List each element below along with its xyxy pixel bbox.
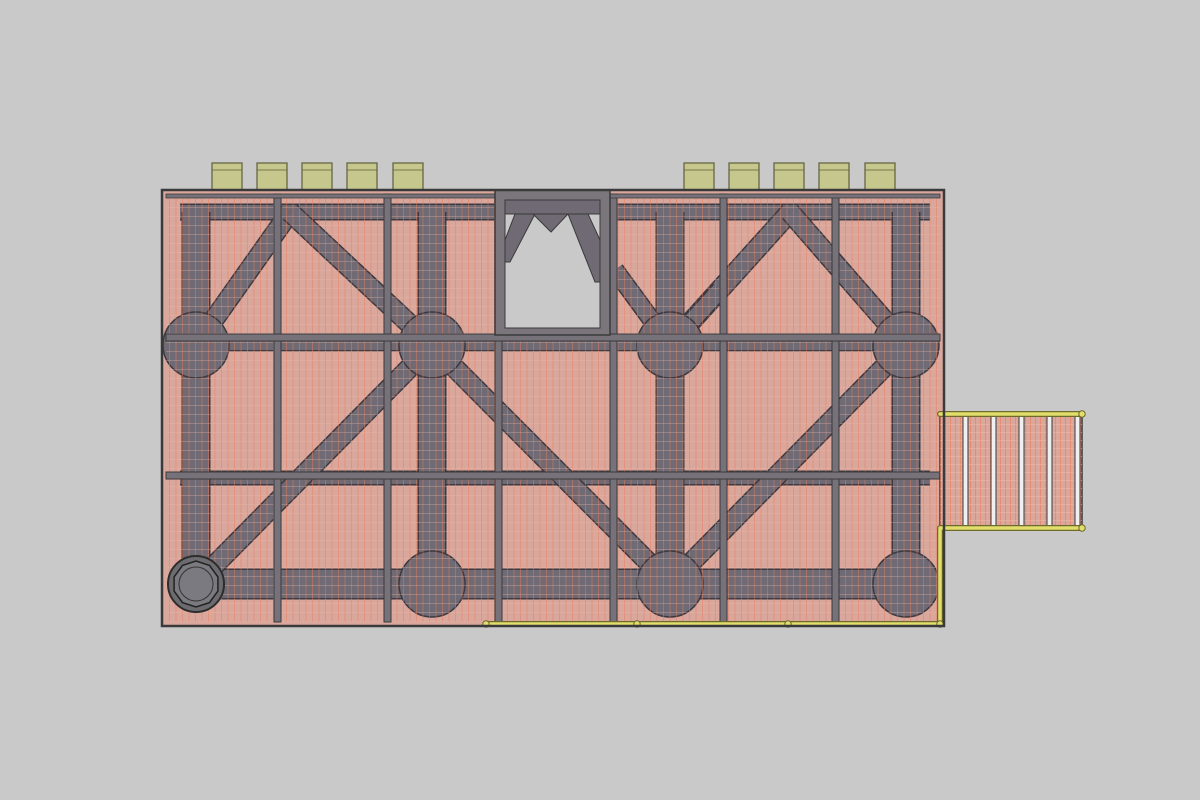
boat-landing-bumpers — [211, 162, 896, 191]
walkway-rib — [962, 413, 969, 529]
bumper — [392, 162, 424, 191]
bumper — [818, 162, 850, 191]
bumper — [256, 162, 288, 191]
panel-beam-vertical — [609, 193, 618, 623]
jacket-top-view-drawing — [160, 162, 1086, 628]
panel-beam-horizontal — [165, 471, 941, 480]
drawing-viewport — [0, 0, 1200, 800]
walkway-rib — [1074, 413, 1081, 529]
bumper — [211, 162, 243, 191]
walkway-rib — [1018, 413, 1025, 529]
bumper — [346, 162, 378, 191]
bumper — [728, 162, 760, 191]
panel-beam-vertical — [273, 193, 282, 623]
panel-beam-vertical — [831, 193, 840, 623]
handrail-post — [1078, 524, 1086, 532]
bumper — [683, 162, 715, 191]
caisson — [167, 555, 225, 613]
bumper — [773, 162, 805, 191]
panel-beam-vertical — [719, 193, 728, 623]
walkway-rib — [1046, 413, 1053, 529]
bumper — [864, 162, 896, 191]
panel-beam-vertical — [383, 193, 392, 623]
handrail-post — [1078, 410, 1086, 418]
bumper — [301, 162, 333, 191]
central-opening — [494, 189, 611, 336]
walkway-rib — [990, 413, 997, 529]
walkway — [939, 413, 1083, 529]
